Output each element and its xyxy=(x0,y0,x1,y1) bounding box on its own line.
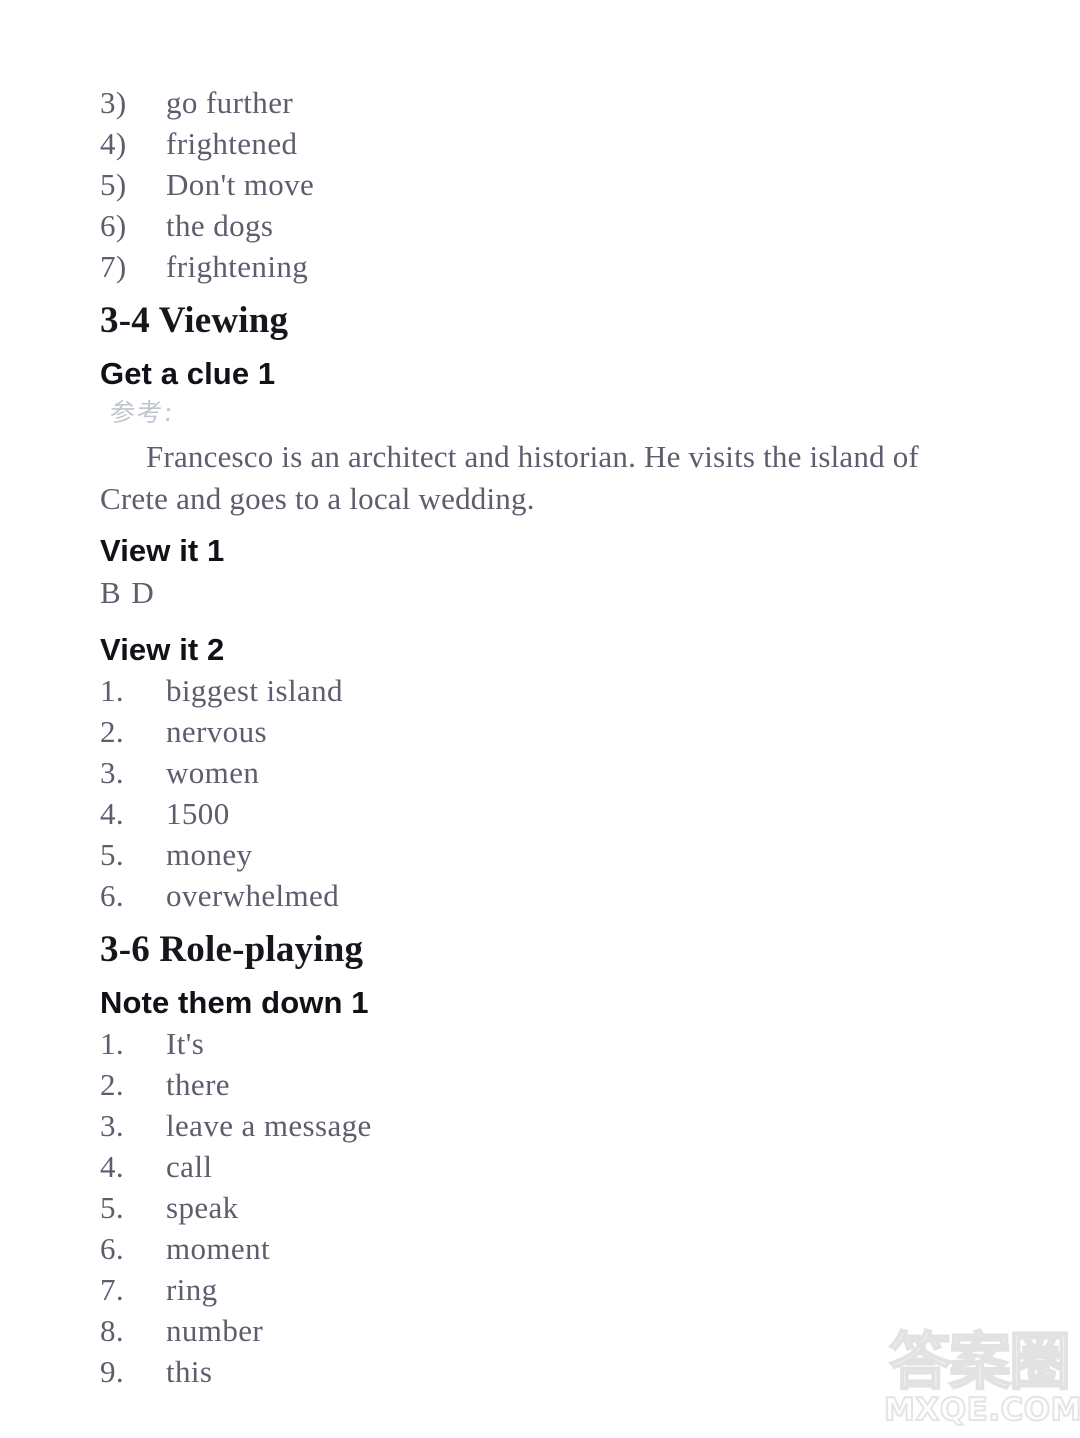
list-item-text: Don't move xyxy=(166,167,315,202)
subheading-get-a-clue: Get a clue 1 xyxy=(100,356,276,391)
subheading-view-it-1: View it 1 xyxy=(100,533,225,568)
list-item: 6. moment xyxy=(100,1228,1000,1269)
list-item-marker: 2. xyxy=(100,1067,125,1102)
list-item-text: this xyxy=(166,1354,213,1389)
list-item-marker: 3) xyxy=(100,85,127,120)
list-item-marker: 4) xyxy=(100,126,127,161)
note-them-down-answer-list: 1. It's 2. there 3. leave a message 4. c… xyxy=(100,1023,1000,1392)
list-item: 3) go further xyxy=(100,82,1000,123)
list-item-text: nervous xyxy=(166,714,267,749)
list-item-text: It's xyxy=(166,1026,205,1061)
list-item-text: frightened xyxy=(166,126,298,161)
list-item-text: ring xyxy=(166,1272,218,1307)
list-item: 4. call xyxy=(100,1146,1000,1187)
watermark-domain-text: MXQE.COM xyxy=(883,1391,1080,1429)
section-heading-viewing: 3-4 Viewing xyxy=(100,300,289,341)
list-item-text: overwhelmed xyxy=(166,878,340,913)
list-item: 7. ring xyxy=(100,1269,1000,1310)
list-item-marker: 4. xyxy=(100,1149,125,1184)
list-item: 3. leave a message xyxy=(100,1105,1000,1146)
list-item-marker: 9. xyxy=(100,1354,125,1389)
list-item-marker: 5. xyxy=(100,837,125,872)
get-a-clue-paragraph: Francesco is an architect and historian.… xyxy=(100,439,919,516)
list-item-marker: 3. xyxy=(100,755,125,790)
list-item: 2. nervous xyxy=(100,711,1000,752)
list-item-text: leave a message xyxy=(166,1108,372,1143)
list-item: 1. biggest island xyxy=(100,670,1000,711)
list-item-text: go further xyxy=(166,85,294,120)
subheading-note-them-down: Note them down 1 xyxy=(100,985,369,1020)
document-page: 3) go further 4) frightened 5) Don't mov… xyxy=(0,0,1080,1438)
list-item-text: speak xyxy=(166,1190,239,1225)
list-item-marker: 1. xyxy=(100,673,125,708)
list-item-marker: 3. xyxy=(100,1108,125,1143)
top-answer-list: 3) go further 4) frightened 5) Don't mov… xyxy=(100,82,1000,287)
list-item-text: there xyxy=(166,1067,230,1102)
list-item: 3. women xyxy=(100,752,1000,793)
list-item-marker: 4. xyxy=(100,796,125,831)
list-item: 9. this xyxy=(100,1351,1000,1392)
list-item: 4) frightened xyxy=(100,123,1000,164)
list-item-text: money xyxy=(166,837,253,872)
list-item: 4. 1500 xyxy=(100,793,1000,834)
view-it-1-answer: B D xyxy=(100,575,156,610)
view-it-2-answer-list: 1. biggest island 2. nervous 3. women 4.… xyxy=(100,670,1000,916)
list-item: 5. money xyxy=(100,834,1000,875)
page-content: 3) go further 4) frightened 5) Don't mov… xyxy=(100,82,1000,1392)
list-item-text: call xyxy=(166,1149,213,1184)
list-item: 2. there xyxy=(100,1064,1000,1105)
list-item-marker: 6. xyxy=(100,878,125,913)
list-item-text: frightening xyxy=(166,249,309,284)
list-item-marker: 7. xyxy=(100,1272,125,1307)
list-item: 5) Don't move xyxy=(100,164,1000,205)
list-item: 5. speak xyxy=(100,1187,1000,1228)
list-item-marker: 5. xyxy=(100,1190,125,1225)
list-item: 8. number xyxy=(100,1310,1000,1351)
list-item-text: women xyxy=(166,755,260,790)
list-item-text: moment xyxy=(166,1231,270,1266)
list-item-marker: 7) xyxy=(100,249,127,284)
list-item-marker: 6) xyxy=(100,208,127,243)
list-item-text: number xyxy=(166,1313,264,1348)
list-item-marker: 8. xyxy=(100,1313,125,1348)
section-heading-role-playing: 3-6 Role-playing xyxy=(100,929,364,970)
list-item-text: the dogs xyxy=(166,208,274,243)
list-item-marker: 5) xyxy=(100,167,127,202)
list-item: 1. It's xyxy=(100,1023,1000,1064)
annotation-reference: 参考: xyxy=(108,398,176,427)
list-item-text: 1500 xyxy=(166,796,230,831)
list-item-text: biggest island xyxy=(166,673,343,708)
list-item-marker: 2. xyxy=(100,714,125,749)
list-item: 7) frightening xyxy=(100,246,1000,287)
list-item-marker: 6. xyxy=(100,1231,125,1266)
list-item: 6. overwhelmed xyxy=(100,875,1000,916)
list-item: 6) the dogs xyxy=(100,205,1000,246)
subheading-view-it-2: View it 2 xyxy=(100,632,225,667)
list-item-marker: 1. xyxy=(100,1026,125,1061)
